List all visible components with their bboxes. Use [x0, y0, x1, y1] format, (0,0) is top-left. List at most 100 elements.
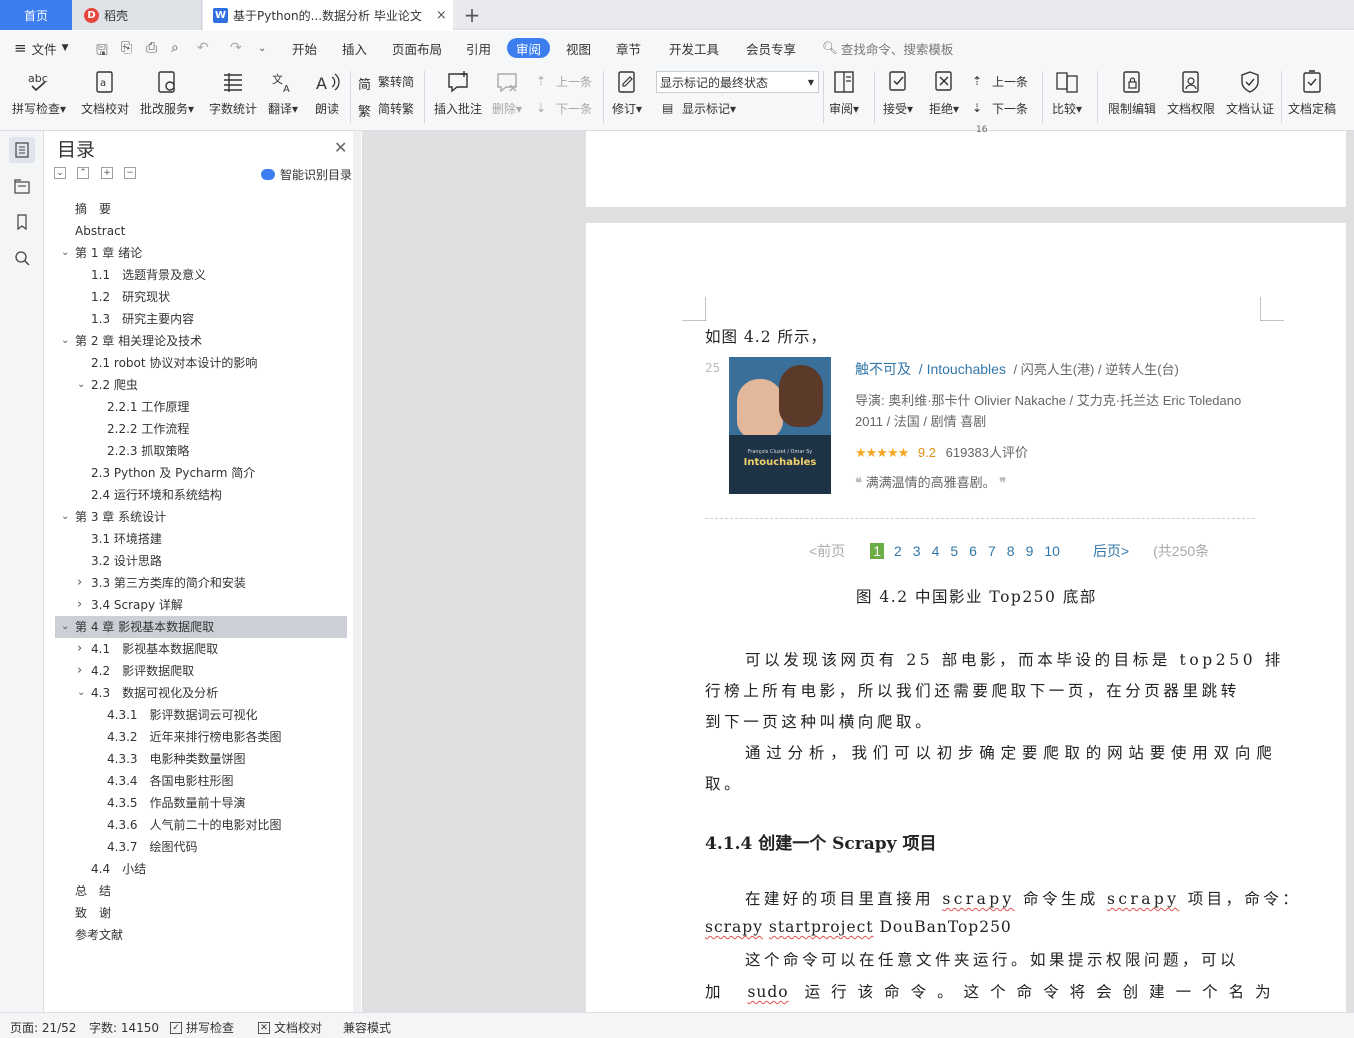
menu-review[interactable]: 审阅 [507, 38, 551, 58]
toc-item[interactable]: 1.1 选题背景及意义 [91, 264, 206, 286]
review-service-button[interactable]: 批改服务▾ [140, 69, 194, 117]
chevron-down-icon[interactable]: ⌄ [61, 506, 71, 528]
export-icon[interactable]: ⎘ [121, 40, 132, 56]
menu-insert[interactable]: 插入 [342, 31, 367, 65]
quick-access-more-icon[interactable]: ⌄ [258, 43, 266, 54]
toc-item[interactable]: 4.3.2 近年来排行榜电影各类图 [107, 726, 282, 748]
search-icon[interactable] [9, 245, 35, 271]
insert-comment-button[interactable]: 插入批注 [434, 69, 482, 117]
document-canvas[interactable]: 16 如图 4.2 所示， 25 François Cluzet / Omar … [362, 125, 1354, 1023]
pager-page-link[interactable]: 7 [988, 543, 996, 559]
chevron-down-icon[interactable]: ⌄ [61, 242, 71, 264]
pager-page-link[interactable]: 5 [950, 543, 958, 559]
print-icon[interactable]: ⎙ [146, 40, 157, 56]
toc-item[interactable]: Abstract [75, 220, 125, 242]
movie-title-en[interactable]: Intouchables [927, 361, 1006, 377]
previous-change-button[interactable]: ⇡ 上一条 [972, 73, 1028, 90]
chevron-down-icon[interactable]: ⌄ [61, 616, 71, 638]
undo-icon[interactable]: ↶ [197, 40, 209, 56]
toc-item[interactable]: 参考文献 [75, 924, 123, 946]
toc-item[interactable]: 摘 要 [75, 198, 111, 220]
close-icon[interactable]: ✕ [334, 138, 347, 157]
tab-document[interactable]: W 基于Python的...数据分析 毕业论文 × [203, 0, 453, 30]
chevron-down-icon[interactable]: ⌄ [77, 374, 87, 396]
menu-chapter[interactable]: 章节 [616, 31, 641, 65]
menu-developer[interactable]: 开发工具 [669, 31, 719, 65]
toc-item[interactable]: 4.3.3 电影种类数量饼图 [107, 748, 246, 770]
translate-button[interactable]: 文A 翻译▾ [268, 69, 298, 117]
toc-item[interactable]: 第 3 章 系统设计 [75, 506, 166, 528]
accept-button[interactable]: 接受▾ [883, 69, 913, 117]
collapse-up-icon[interactable]: ⌃ [77, 167, 89, 179]
expand-all-icon[interactable]: + [101, 167, 113, 179]
toc-item[interactable]: 4.3 数据可视化及分析 [91, 682, 218, 704]
toc-item[interactable]: 总 结 [75, 880, 111, 902]
page-count[interactable]: 页面: 21/52 [10, 1019, 76, 1036]
toc-item[interactable]: 4.3.1 影评数据词云可视化 [107, 704, 258, 726]
document-certify-button[interactable]: 文档认证 [1226, 69, 1274, 117]
pager-page-link[interactable]: 4 [932, 543, 940, 559]
word-count[interactable]: 字数: 14150 [89, 1019, 159, 1036]
toc-item[interactable]: 2.4 运行环境和系统结构 [91, 484, 222, 506]
next-change-button[interactable]: ⇣ 下一条 [972, 100, 1028, 117]
toc-item[interactable]: 4.2 影评数据爬取 [91, 660, 194, 682]
previous-comment-button[interactable]: ⇡ 上一条 [536, 73, 592, 90]
restrict-editing-button[interactable]: 限制编辑 [1108, 69, 1156, 117]
delete-comment-button[interactable]: 删除▾ [492, 69, 522, 117]
menu-start[interactable]: 开始 [292, 31, 317, 65]
toc-item[interactable]: 2.1 robot 协议对本设计的影响 [91, 352, 257, 374]
toc-item[interactable]: 4.3.7 绘图代码 [107, 836, 198, 858]
word-count-button[interactable]: 字数统计 [209, 69, 257, 117]
menu-page-layout[interactable]: 页面布局 [392, 31, 442, 65]
toc-item[interactable]: 3.1 环境搭建 [91, 528, 162, 550]
tab-home[interactable]: 首页 [0, 0, 72, 30]
print-preview-icon[interactable]: ⌕ [171, 40, 179, 56]
close-tab-icon[interactable]: × [436, 8, 447, 23]
menu-references[interactable]: 引用 [466, 31, 491, 65]
bookmark-icon[interactable] [9, 209, 35, 235]
toc-item[interactable]: 4.3.6 人气前二十的电影对比图 [107, 814, 282, 836]
toc-item[interactable]: 1.3 研究主要内容 [91, 308, 194, 330]
simplified-to-traditional-button[interactable]: 繁简转繁 [358, 100, 414, 120]
toc-nav-icon[interactable] [9, 137, 35, 163]
toc-item[interactable]: 3.4 Scrapy 详解 [91, 594, 183, 616]
toc-scrollbar[interactable] [353, 131, 361, 1012]
toc-item[interactable]: 4.3.4 各国电影柱形图 [107, 770, 234, 792]
chevron-down-icon[interactable]: ⌄ [77, 682, 87, 704]
pager-page-link[interactable]: 9 [1026, 543, 1034, 559]
pager-page-link[interactable]: 10 [1044, 543, 1060, 559]
redo-icon[interactable]: ↷ [230, 40, 242, 56]
chevron-right-icon[interactable]: › [77, 638, 87, 660]
smart-toc-button[interactable]: 智能识别目录 [261, 166, 352, 183]
status-spell-check[interactable]: ✓ 拼写检查 [170, 1019, 234, 1036]
chevron-down-icon[interactable]: ⌄ [61, 330, 71, 352]
toc-item[interactable]: 4.1 影视基本数据爬取 [91, 638, 218, 660]
finalize-document-button[interactable]: 文档定稿 [1288, 69, 1336, 117]
toc-item[interactable]: 4.3.5 作品数量前十导演 [107, 792, 246, 814]
new-tab-button[interactable]: + [460, 0, 484, 30]
file-menu[interactable]: ≡ 文件 ▼ [14, 31, 69, 65]
chapter-nav-icon[interactable] [9, 173, 35, 199]
save-icon[interactable]: 🖫 [96, 40, 108, 64]
chevron-right-icon[interactable]: › [77, 594, 87, 616]
toc-item[interactable]: 3.3 第三方类库的简介和安装 [91, 572, 246, 594]
toc-item[interactable]: 第 2 章 相关理论及技术 [75, 330, 202, 352]
markup-state-select[interactable]: 显示标记的最终状态 ▼ [656, 71, 819, 93]
toc-item[interactable]: 1.2 研究现状 [91, 286, 170, 308]
read-aloud-button[interactable]: A 朗读 [314, 69, 340, 117]
compare-button[interactable]: 比较▾ [1052, 69, 1082, 117]
command-search[interactable]: 🔍︎ 查找命令、搜索模板 [822, 31, 953, 65]
toc-item[interactable]: 致 谢 [75, 902, 111, 924]
pager-page-link[interactable]: 2 [894, 543, 902, 559]
pager-next[interactable]: 后页> [1093, 541, 1129, 561]
pager-prev[interactable]: <前页 [809, 541, 845, 561]
toc-item[interactable]: 2.2.3 抓取策略 [107, 440, 189, 462]
movie-title-cn[interactable]: 触不可及 [855, 361, 911, 377]
tab-docer[interactable]: D 稻壳 [72, 0, 202, 30]
toc-item[interactable]: 2.2.2 工作流程 [107, 418, 189, 440]
toc-item[interactable]: 4.4 小结 [91, 858, 146, 880]
next-comment-button[interactable]: ⇣ 下一条 [536, 100, 592, 117]
traditional-to-simplified-button[interactable]: 简繁转简 [358, 73, 414, 93]
toc-item[interactable]: 第 4 章 影视基本数据爬取 [75, 616, 214, 638]
document-permissions-button[interactable]: 文档权限 [1167, 69, 1215, 117]
